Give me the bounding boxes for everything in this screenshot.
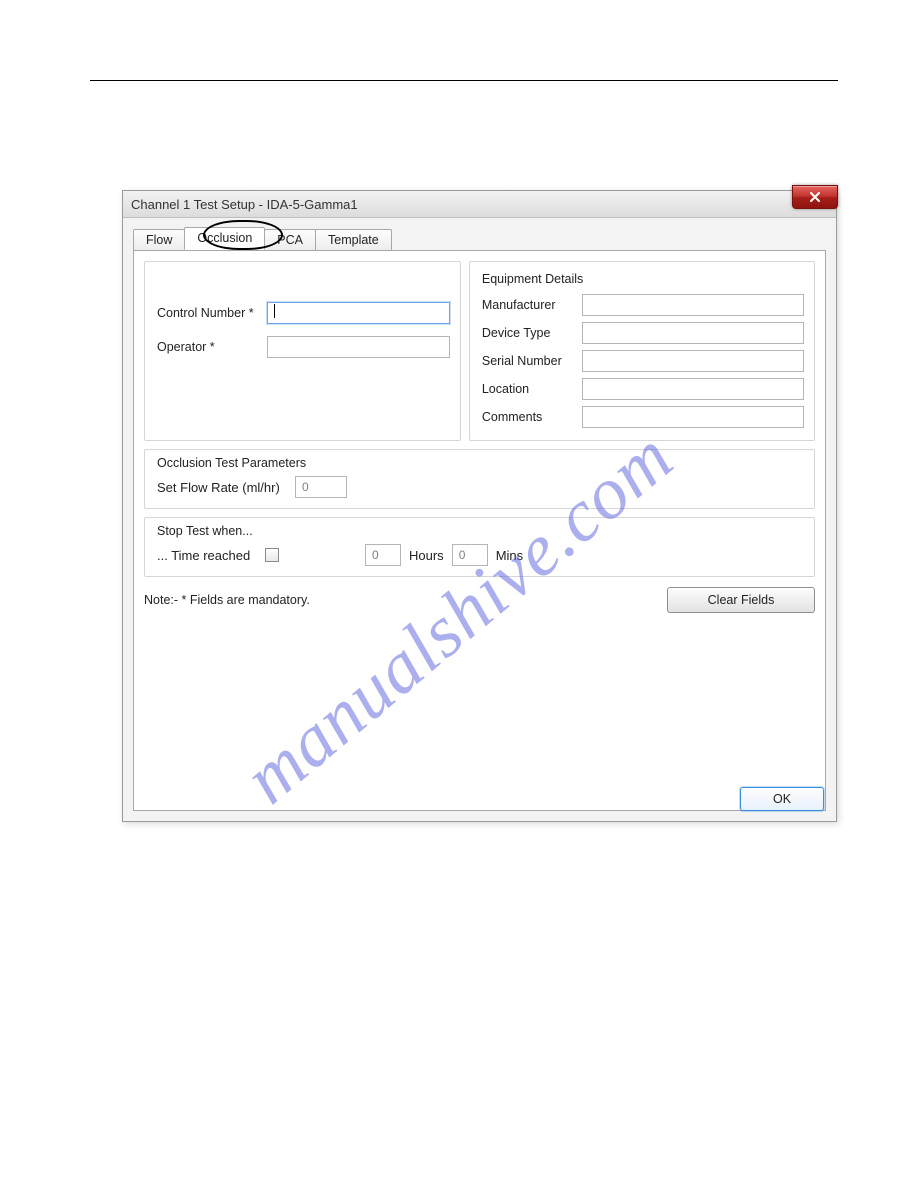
window-title: Channel 1 Test Setup - IDA-5-Gamma1 — [131, 197, 358, 212]
time-reached-checkbox[interactable] — [265, 548, 279, 562]
page-top-rule — [90, 80, 838, 81]
control-number-label: Control Number * — [157, 306, 267, 320]
location-input[interactable] — [582, 378, 804, 400]
stop-test-group: Stop Test when... ... Time reached Hours… — [144, 517, 815, 577]
tab-content-occlusion: Control Number * Operator * Equipment De… — [133, 250, 826, 811]
manufacturer-input[interactable] — [582, 294, 804, 316]
mins-label: Mins — [496, 548, 523, 563]
equipment-details-group: Equipment Details Manufacturer Device Ty… — [469, 261, 815, 441]
comments-input[interactable] — [582, 406, 804, 428]
device-type-input[interactable] — [582, 322, 804, 344]
titlebar: Channel 1 Test Setup - IDA-5-Gamma1 — [123, 191, 836, 218]
operator-label: Operator * — [157, 340, 267, 354]
hours-label: Hours — [409, 548, 444, 563]
comments-label: Comments — [482, 410, 582, 424]
stop-test-title: Stop Test when... — [157, 524, 804, 538]
location-label: Location — [482, 382, 582, 396]
serial-number-label: Serial Number — [482, 354, 582, 368]
close-button[interactable] — [792, 185, 838, 209]
flow-rate-input[interactable] — [295, 476, 347, 498]
control-number-input[interactable] — [267, 302, 450, 324]
equipment-details-title: Equipment Details — [482, 272, 804, 286]
tab-occlusion[interactable]: Occlusion — [184, 227, 265, 250]
tab-strip: Flow Occlusion PCA Template — [133, 226, 826, 250]
time-reached-label: ... Time reached — [157, 548, 257, 563]
clear-fields-button[interactable]: Clear Fields — [667, 587, 815, 613]
ok-button[interactable]: OK — [740, 787, 824, 811]
identity-group: Control Number * Operator * — [144, 261, 461, 441]
mins-input[interactable] — [452, 544, 488, 566]
operator-input[interactable] — [267, 336, 450, 358]
mandatory-note: Note:- * Fields are mandatory. — [144, 593, 310, 607]
hours-input[interactable] — [365, 544, 401, 566]
close-icon — [809, 191, 821, 203]
occlusion-params-group: Occlusion Test Parameters Set Flow Rate … — [144, 449, 815, 509]
device-type-label: Device Type — [482, 326, 582, 340]
dialog-footer: OK — [740, 787, 824, 811]
occlusion-params-title: Occlusion Test Parameters — [157, 456, 804, 470]
tab-template[interactable]: Template — [315, 229, 392, 251]
manufacturer-label: Manufacturer — [482, 298, 582, 312]
dialog-body: Flow Occlusion PCA Template Control Numb… — [123, 218, 836, 821]
serial-number-input[interactable] — [582, 350, 804, 372]
flow-rate-label: Set Flow Rate (ml/hr) — [157, 480, 287, 495]
tab-pca[interactable]: PCA — [264, 229, 316, 251]
tab-flow[interactable]: Flow — [133, 229, 185, 251]
test-setup-dialog: Channel 1 Test Setup - IDA-5-Gamma1 Flow… — [122, 190, 837, 822]
